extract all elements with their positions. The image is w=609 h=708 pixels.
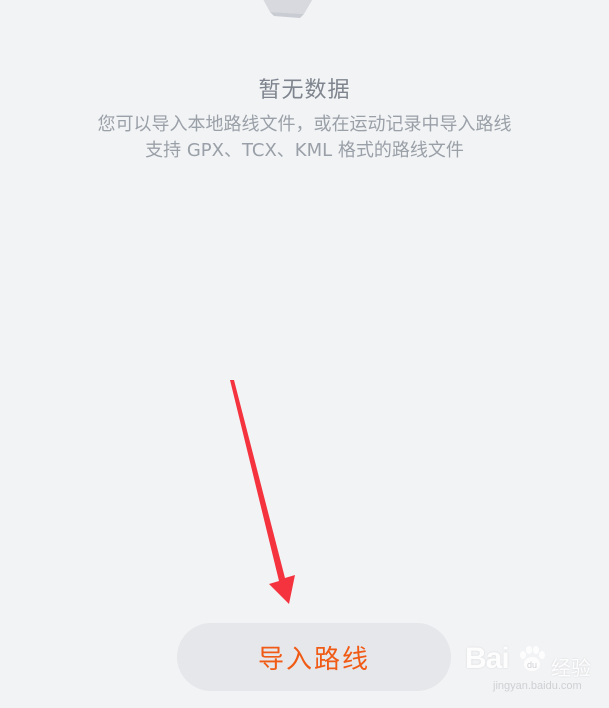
- empty-state-description-line-2: 支持 GPX、TCX、KML 格式的路线文件: [145, 140, 464, 161]
- watermark-url: jingyan.baidu.com: [493, 680, 582, 692]
- empty-document-illustration-icon: [263, 0, 313, 18]
- svg-text:du: du: [527, 660, 537, 670]
- import-route-button[interactable]: 导入路线: [177, 623, 451, 691]
- watermark-brand-suffix: 经验: [551, 656, 591, 680]
- red-arrow-annotation-icon: [230, 380, 295, 604]
- baidu-jingyan-watermark: Bai du 经验 jingyan.baidu.com: [465, 640, 605, 700]
- empty-state-description-line-1: 您可以导入本地路线文件，或在运动记录中导入路线: [97, 114, 512, 135]
- import-route-button-label: 导入路线: [257, 644, 370, 675]
- empty-state-title: 暂无数据: [258, 78, 351, 103]
- route-import-screen: 暂无数据 您可以导入本地路线文件，或在运动记录中导入路线 支持 GPX、TCX、…: [0, 0, 609, 708]
- paw-icon: du: [520, 646, 545, 671]
- watermark-brand: Bai: [465, 642, 510, 675]
